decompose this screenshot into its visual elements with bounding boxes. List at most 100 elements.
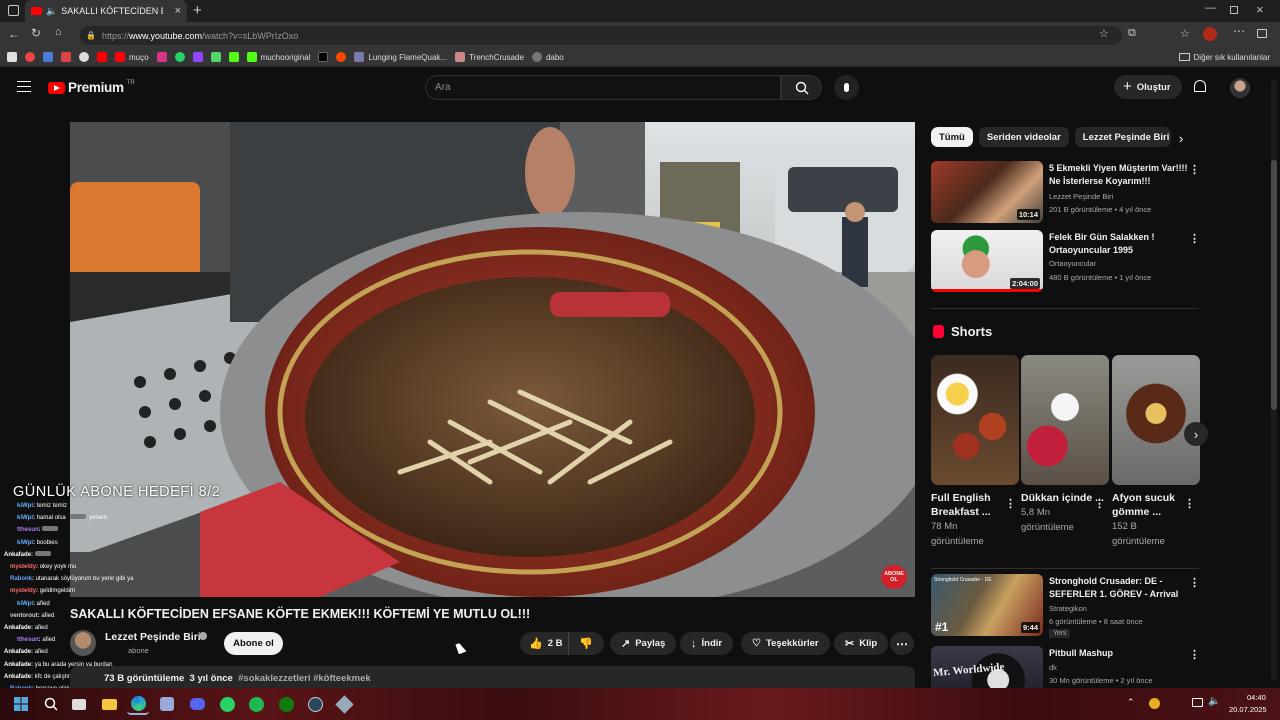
chip-channel[interactable]: Lezzet Peşinde Biri e bbox=[1074, 127, 1171, 147]
bookmark-muco[interactable]: muço bbox=[115, 52, 149, 62]
notifications-bell-icon[interactable] bbox=[1194, 80, 1206, 92]
description-tags[interactable]: #sokaklezzetleri #köfteekmek bbox=[238, 673, 371, 684]
more-vertical-icon[interactable]: ⋮ bbox=[1189, 648, 1200, 662]
chip-all[interactable]: Tümü bbox=[931, 127, 973, 147]
account-avatar[interactable] bbox=[1230, 78, 1250, 98]
more-actions-button[interactable]: ⋯ bbox=[890, 632, 914, 655]
bookmark-icon-5[interactable] bbox=[79, 52, 89, 62]
more-vertical-icon[interactable]: ⋮ bbox=[1184, 497, 1195, 510]
file-explorer-app[interactable] bbox=[98, 693, 120, 715]
window-menu-icon[interactable] bbox=[8, 5, 19, 16]
section-divider bbox=[931, 308, 1199, 309]
bookmark-icon-2[interactable] bbox=[25, 52, 35, 62]
steam-app[interactable] bbox=[304, 693, 326, 715]
short-item[interactable]: Full English Breakfast ... 78 Mn görüntü… bbox=[931, 355, 1019, 549]
tray-app-icon[interactable] bbox=[1149, 698, 1160, 709]
chip-series[interactable]: Seriden videolar bbox=[978, 127, 1069, 147]
other-bookmarks[interactable]: Diğer sık kullanılanlar bbox=[1178, 53, 1270, 62]
speaker-icon[interactable]: 🔈 bbox=[46, 6, 57, 17]
bookmark-icon-green[interactable] bbox=[210, 52, 221, 62]
video-thumbnail: Stronghold Crusader - DE #1 9:44 bbox=[931, 574, 1043, 636]
reload-icon[interactable]: ↻ bbox=[31, 26, 41, 40]
extensions-icon[interactable]: ⧉ bbox=[1128, 27, 1136, 40]
new-tab-icon[interactable]: + bbox=[193, 2, 202, 19]
browser-tab-active[interactable]: 🔈 SAKALLI KÖFTECİDEN EFSANE × bbox=[25, 0, 187, 22]
bookmark-dabo[interactable]: dabo bbox=[531, 52, 564, 62]
edge-app[interactable] bbox=[127, 693, 149, 715]
gmail-icon[interactable] bbox=[61, 52, 71, 62]
x-icon[interactable] bbox=[318, 52, 329, 62]
task-view-app[interactable] bbox=[68, 693, 90, 715]
recommendation-item[interactable]: Mr. Worldwide Pitbull Mashup dk 30 Mn gö… bbox=[931, 646, 1201, 688]
settings-more-icon[interactable]: ⋯ bbox=[1233, 24, 1245, 38]
more-vertical-icon[interactable]: ⋮ bbox=[1094, 497, 1105, 510]
share-button[interactable]: ↗ Paylaş bbox=[610, 632, 677, 655]
sidebar-toggle-icon[interactable] bbox=[1257, 29, 1267, 38]
search-button[interactable] bbox=[781, 75, 822, 100]
create-button[interactable]: + Oluştur bbox=[1114, 75, 1182, 99]
thanks-button[interactable]: ♡ Teşekkürler bbox=[741, 632, 830, 655]
star-icon[interactable]: ☆ bbox=[1099, 27, 1109, 40]
clock-time[interactable]: 04:40 bbox=[1247, 693, 1266, 702]
xbox-app-2[interactable] bbox=[275, 693, 297, 715]
voice-search-button[interactable] bbox=[834, 75, 859, 100]
more-vertical-icon[interactable]: ⋮ bbox=[1189, 576, 1200, 590]
more-vertical-icon[interactable]: ⋮ bbox=[1005, 497, 1016, 510]
volume-icon[interactable]: 🔈 bbox=[1208, 696, 1220, 707]
close-window-icon[interactable]: × bbox=[1256, 2, 1264, 17]
bookmark-icon-1[interactable] bbox=[7, 52, 17, 62]
clock-date[interactable]: 20.07.2025 bbox=[1229, 705, 1267, 714]
channel-name[interactable]: Lezzet Peşinde Biri bbox=[105, 631, 201, 643]
network-icon[interactable] bbox=[1192, 698, 1203, 707]
recommendation-item[interactable]: Stronghold Crusader - DE #1 9:44 Strongh… bbox=[931, 574, 1201, 638]
kick-icon[interactable] bbox=[228, 52, 239, 62]
start-button[interactable] bbox=[10, 693, 32, 715]
download-button[interactable]: ↓ İndir bbox=[680, 632, 734, 655]
discord-app[interactable] bbox=[186, 693, 208, 715]
menu-icon[interactable] bbox=[17, 81, 31, 92]
more-vertical-icon[interactable]: ⋮ bbox=[1189, 163, 1200, 177]
bookmark-trenchcrusade[interactable]: TrenchCrusade bbox=[455, 52, 524, 62]
recommendation-item[interactable]: 10:14 5 Ekmekli Yiyen Müşterim Var!!!! N… bbox=[931, 161, 1201, 225]
recommendation-item[interactable]: 2:04:00 Felek Bir Gün Salakken ! Ortaoyu… bbox=[931, 230, 1201, 294]
short-thumbnail bbox=[1021, 355, 1109, 485]
tray-expand-icon[interactable]: ⌃ bbox=[1127, 697, 1135, 708]
xbox-app[interactable] bbox=[156, 693, 178, 715]
chevron-right-icon[interactable]: › bbox=[1179, 131, 1183, 146]
address-bar[interactable]: 🔒 https://www.youtube.com/watch?v=sLbWPr… bbox=[80, 26, 1122, 45]
more-vertical-icon[interactable]: ⋮ bbox=[1189, 232, 1200, 246]
page-scrollbar[interactable] bbox=[1271, 80, 1277, 680]
minimize-icon[interactable]: — bbox=[1205, 2, 1216, 14]
short-item[interactable]: Afyon sucuk gömme ... 152 B görüntüleme bbox=[1112, 355, 1200, 549]
bookmark-icon-3[interactable] bbox=[43, 52, 53, 62]
profile-avatar[interactable] bbox=[1203, 27, 1217, 41]
dislike-button[interactable]: 👎 bbox=[568, 632, 604, 655]
shorts-next-button[interactable]: › bbox=[1184, 422, 1208, 446]
taskbar-search[interactable] bbox=[40, 693, 62, 715]
twitch-icon[interactable] bbox=[192, 52, 203, 62]
clip-button[interactable]: ✂ Klip bbox=[834, 632, 889, 655]
subscribe-button[interactable]: Abone ol bbox=[224, 632, 283, 655]
youtube-bookmark-icon[interactable] bbox=[97, 52, 107, 62]
recommendation-channel: dk bbox=[1049, 663, 1057, 672]
scrollbar-thumb[interactable] bbox=[1271, 160, 1277, 410]
like-button[interactable]: 👍 2 B bbox=[520, 632, 568, 655]
description-box[interactable]: 73 B görüntüleme 3 yıl önce #sokaklezzet… bbox=[70, 666, 915, 688]
home-icon[interactable]: ⌂ bbox=[55, 26, 62, 38]
restore-icon[interactable] bbox=[1230, 6, 1238, 14]
game-app[interactable] bbox=[333, 693, 355, 715]
chevron-right-icon: › bbox=[1193, 426, 1199, 442]
reddit-icon[interactable] bbox=[336, 52, 347, 62]
whatsapp-app[interactable] bbox=[216, 693, 238, 715]
search-input[interactable]: Ara bbox=[425, 75, 781, 100]
back-icon[interactable]: ← bbox=[8, 27, 20, 41]
channel-avatar[interactable] bbox=[70, 630, 96, 656]
instagram-icon[interactable] bbox=[156, 52, 167, 62]
whatsapp-icon[interactable] bbox=[174, 52, 185, 62]
bookmark-muchooriginal[interactable]: muchooriginal bbox=[246, 52, 310, 62]
close-tab-icon[interactable]: × bbox=[175, 5, 181, 17]
youtube-logo[interactable]: Premium TR bbox=[48, 80, 135, 95]
bookmark-lunging[interactable]: Lunging FlameQuak... bbox=[354, 52, 447, 62]
favorites-icon[interactable]: ☆ bbox=[1180, 27, 1190, 40]
spotify-app[interactable] bbox=[245, 693, 267, 715]
